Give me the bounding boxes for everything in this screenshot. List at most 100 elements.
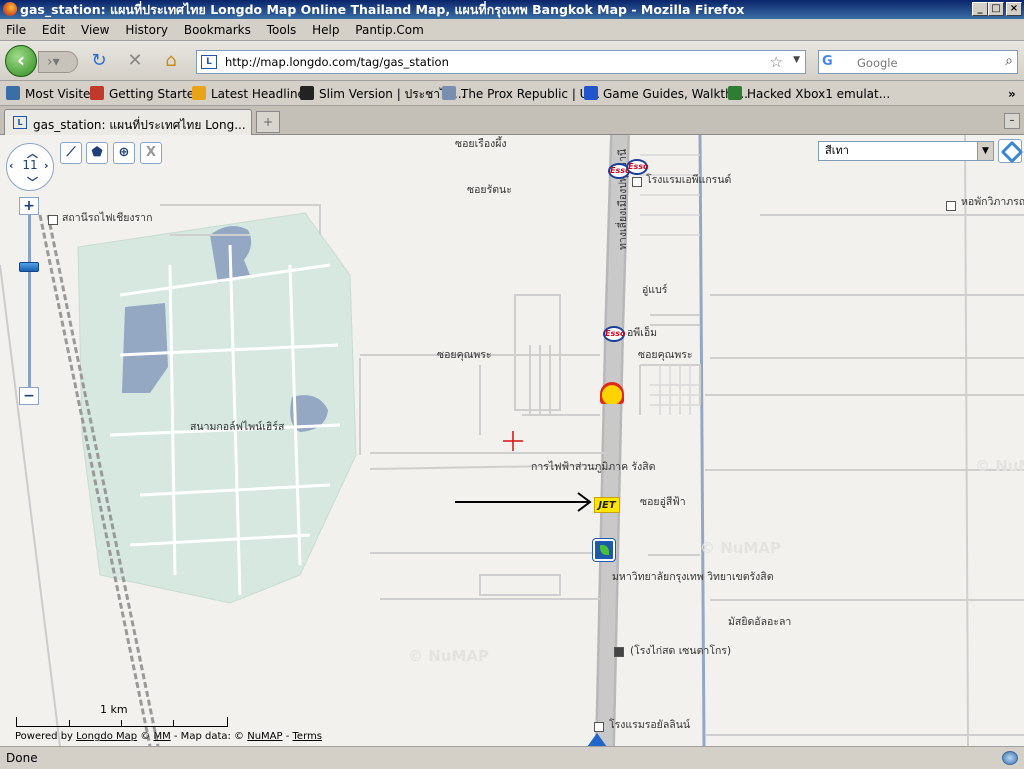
menu-file[interactable]: File: [0, 19, 32, 41]
close-button[interactable]: ×: [1006, 2, 1022, 16]
chevron-down-icon[interactable]: ▼: [977, 142, 993, 160]
window-titlebar: gas_station: แผนที่ประเทศไทย Longdo Map …: [0, 0, 1024, 19]
stop-icon[interactable]: ✕: [124, 50, 146, 72]
zoom-in-button[interactable]: +: [19, 197, 39, 215]
tab-strip: L gas_station: แผนที่ประเทศไทย Long... +…: [0, 106, 1024, 135]
zoom-box-icon[interactable]: ⊕: [113, 142, 135, 164]
window-title: gas_station: แผนที่ประเทศไทย Longdo Map …: [20, 2, 745, 17]
menu-bar: File Edit View History Bookmarks Tools H…: [0, 19, 1024, 41]
pan-right-icon[interactable]: ›: [44, 159, 49, 172]
tab-list-button[interactable]: –: [1004, 113, 1020, 129]
map-layer-select[interactable]: สีเทา ▼: [818, 141, 994, 161]
firefox-icon: [3, 2, 17, 16]
map-label: สถานีรถไฟเชียงราก: [62, 212, 153, 224]
rss-icon: [300, 86, 314, 100]
home-icon[interactable]: ⌂: [160, 50, 182, 72]
shell-station-icon[interactable]: [600, 382, 624, 404]
tab-label: gas_station: แผนที่ประเทศไทย Long...: [33, 118, 246, 132]
hotel-icon[interactable]: [632, 177, 642, 187]
zoom-slider-track[interactable]: [28, 207, 31, 395]
station-marker-icon[interactable]: [587, 733, 607, 746]
map-label: อพีเอ็ม: [627, 327, 658, 339]
bookmark-getting-started[interactable]: Getting Started: [90, 86, 202, 102]
clear-icon[interactable]: X: [140, 142, 162, 164]
map-label: โรงแรมเอพีแกรนด์: [646, 174, 732, 186]
maximize-button[interactable]: □: [988, 2, 1004, 16]
ptt-station-icon[interactable]: [592, 538, 616, 562]
menu-pantip[interactable]: Pantip.Com: [349, 19, 430, 41]
search-icon[interactable]: ⌕: [1005, 53, 1013, 69]
bookmarks-toolbar: Most Visited Getting Started Latest Head…: [0, 81, 1024, 106]
menu-history[interactable]: History: [119, 19, 174, 41]
bookmark-most-visited[interactable]: Most Visited: [6, 86, 98, 102]
bookmarks-overflow-icon[interactable]: »: [1008, 86, 1016, 102]
scale-bar: [16, 717, 228, 727]
bookmark-prox-republic[interactable]: The Prox Republic | U...: [442, 86, 600, 102]
menu-tools[interactable]: Tools: [261, 19, 303, 41]
search-placeholder: Google: [857, 56, 898, 70]
menu-edit[interactable]: Edit: [36, 19, 71, 41]
bookmark-slim-version[interactable]: Slim Version | ประชาไท...: [300, 86, 465, 102]
map-label: มหาวิทยาลัยกรุงเทพ วิทยาเขตรังสิต: [612, 571, 774, 583]
bookmark-star-icon[interactable]: ☆: [770, 53, 783, 71]
new-tab-button[interactable]: +: [256, 111, 280, 133]
zoom-slider-thumb[interactable]: [19, 262, 39, 272]
map-label: โรงแรมรอยัลลินน์: [609, 719, 691, 731]
bookmark-hacked-xbox[interactable]: Hacked Xbox1 emulat...: [728, 86, 890, 102]
bookmark-latest-headlines[interactable]: Latest Headlines: [192, 86, 311, 102]
map-label: ซอยรัตนะ: [467, 184, 512, 196]
map-label: ซอยคุณพระ: [638, 349, 693, 361]
map-label: หอพักวิภาภรณ์: [961, 196, 1024, 208]
map-label: สนามกอล์ฟไพน์เฮิร์ส: [190, 421, 285, 433]
terms-link[interactable]: Terms: [293, 731, 322, 742]
url-text[interactable]: http://map.longdo.com/tag/gas_station: [225, 55, 449, 69]
longdo-link[interactable]: Longdo Map: [76, 731, 137, 742]
pan-zoom-control[interactable]: ︿ ‹ 11 › ﹀: [6, 143, 54, 191]
menu-view[interactable]: View: [75, 19, 115, 41]
map-label: (โรงไก่สด เซนตาโกร): [630, 645, 732, 657]
location-icon[interactable]: [998, 139, 1022, 163]
map-label: ซอยเรืองผึ้ง: [455, 138, 507, 150]
map-label: การไฟฟ้าส่วนภูมิภาค รังสิต: [531, 461, 656, 473]
firefox-icon: [90, 86, 104, 100]
map-watermark: © NuMAP: [975, 457, 1024, 475]
map-canvas[interactable]: © NuMAP © NuMAP © NuMAP ซอยเรืองผึ้ง ซอย…: [0, 135, 1024, 746]
menu-bookmarks[interactable]: Bookmarks: [178, 19, 257, 41]
map-base-layer: [0, 135, 1024, 746]
mm-link[interactable]: MM: [153, 731, 170, 742]
status-text: Done: [6, 751, 38, 765]
esso-station-icon[interactable]: Esso: [603, 326, 625, 342]
tab-favicon-icon: L: [13, 116, 27, 129]
back-button[interactable]: ‹: [5, 45, 37, 77]
forward-button[interactable]: ›▾: [38, 51, 78, 73]
search-box[interactable]: G Google ⌕: [818, 50, 1018, 74]
map-watermark: © NuMAP: [408, 647, 489, 665]
train-station-icon[interactable]: [48, 215, 58, 225]
zoom-out-button[interactable]: −: [19, 387, 39, 405]
url-bar[interactable]: L http://map.longdo.com/tag/gas_station …: [196, 50, 806, 74]
navigation-toolbar: ‹ ›▾ ↻ ✕ ⌂ L http://map.longdo.com/tag/g…: [0, 41, 1024, 81]
google-engine-icon[interactable]: G: [822, 54, 840, 71]
dormitory-icon[interactable]: [946, 201, 956, 211]
factory-icon[interactable]: [614, 647, 624, 657]
folder-icon: [6, 86, 20, 100]
polygon-icon[interactable]: ⬟: [86, 142, 108, 164]
pan-down-icon[interactable]: ﹀: [27, 174, 38, 190]
map-layer-value: สีเทา: [825, 144, 849, 157]
numap-link[interactable]: NuMAP: [247, 731, 282, 742]
minimize-button[interactable]: _: [972, 2, 988, 16]
network-icon: [1002, 751, 1018, 765]
measure-line-icon[interactable]: ⟋: [60, 142, 82, 164]
menu-help[interactable]: Help: [306, 19, 345, 41]
bookmark-game-guides[interactable]: Game Guides, Walkthr...: [584, 86, 748, 102]
jet-station-icon[interactable]: JET: [594, 497, 620, 513]
site-favicon-icon: L: [201, 55, 217, 69]
hotel-icon[interactable]: [594, 722, 604, 732]
map-credit: Powered by Longdo Map © MM - Map data: ©…: [15, 731, 322, 742]
seven-icon: [728, 86, 742, 100]
tab-gas-station[interactable]: L gas_station: แผนที่ประเทศไทย Long...: [4, 109, 252, 135]
reload-icon[interactable]: ↻: [88, 50, 110, 72]
map-label: ซอยอู่สีฟ้า: [640, 496, 686, 508]
url-dropdown-icon[interactable]: ▼: [793, 55, 800, 65]
esso-station-icon[interactable]: Esso: [626, 159, 648, 175]
